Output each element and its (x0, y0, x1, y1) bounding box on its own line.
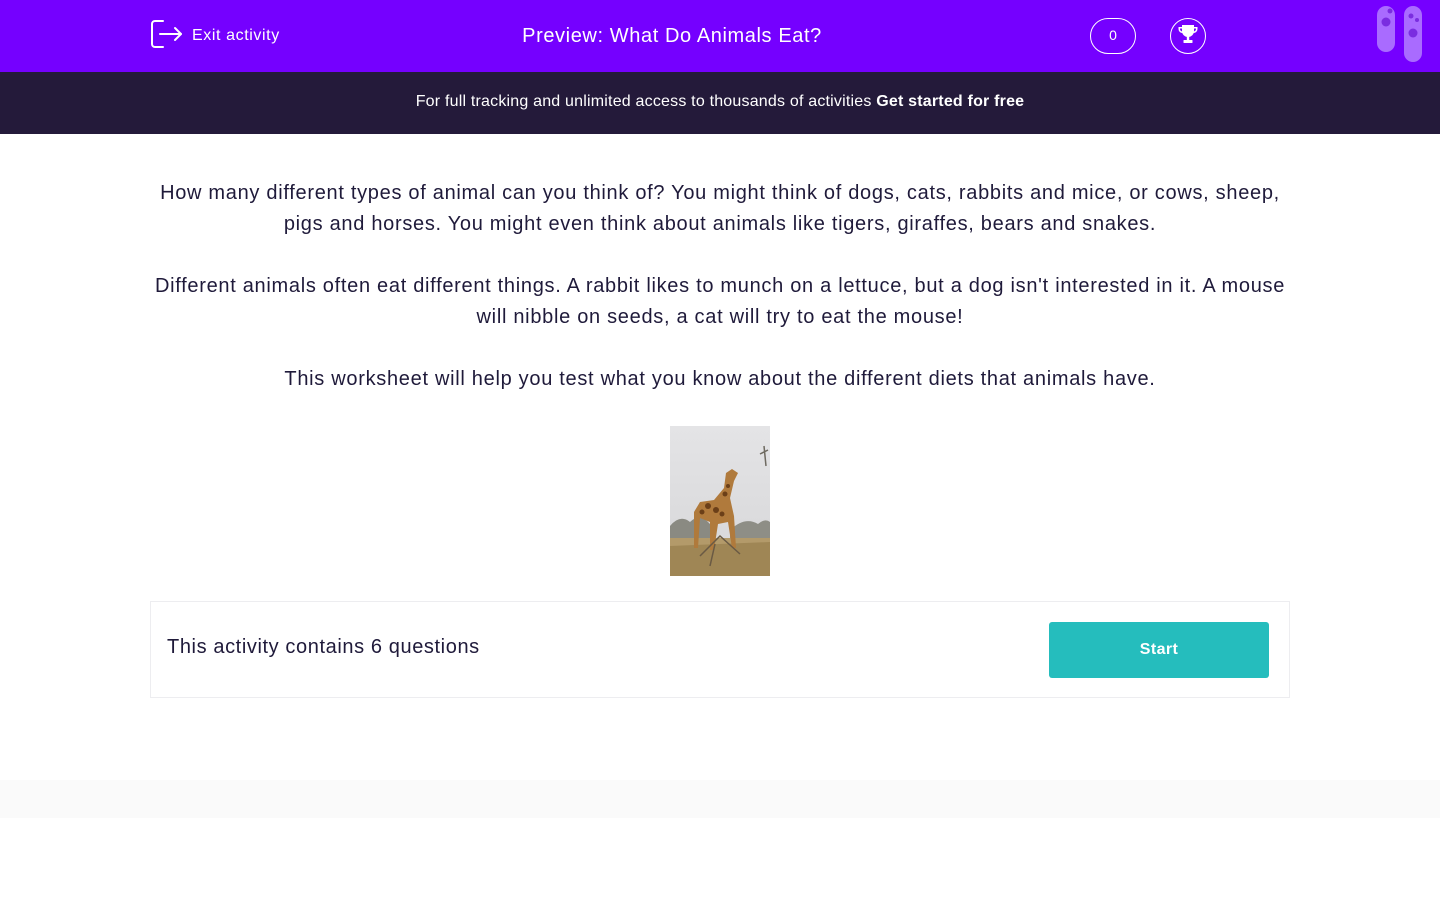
activity-introduction: How many different types of animal can y… (150, 178, 1290, 426)
top-bar: Exit activity Preview: What Do Animals E… (0, 0, 1440, 72)
trophy-icon (1177, 23, 1199, 50)
trophy-button[interactable] (1170, 18, 1206, 54)
exit-activity-button[interactable]: Exit activity (150, 19, 280, 54)
page-title: Preview: What Do Animals Eat? (522, 25, 822, 47)
score-counter: 0 (1090, 18, 1136, 54)
activity-start-panel: This activity contains 6 questions Start (150, 601, 1290, 698)
test-tubes-logo-icon (1376, 6, 1424, 64)
exit-activity-label: Exit activity (192, 27, 280, 44)
start-button[interactable]: Start (1049, 622, 1269, 678)
intro-paragraph: Different animals often eat different th… (154, 275, 1286, 328)
get-started-link[interactable]: Get started for free (876, 93, 1024, 110)
banner-text: For full tracking and unlimited access t… (415, 93, 877, 110)
intro-paragraph: How many different types of animal can y… (160, 182, 1280, 235)
intro-paragraph: This worksheet will help you test what y… (284, 368, 1156, 390)
footer-strip (0, 780, 1440, 818)
giraffe-photo (670, 426, 770, 576)
signup-banner: For full tracking and unlimited access t… (0, 72, 1440, 134)
exit-icon (150, 19, 183, 54)
question-count-text: This activity contains 6 questions (167, 636, 480, 658)
